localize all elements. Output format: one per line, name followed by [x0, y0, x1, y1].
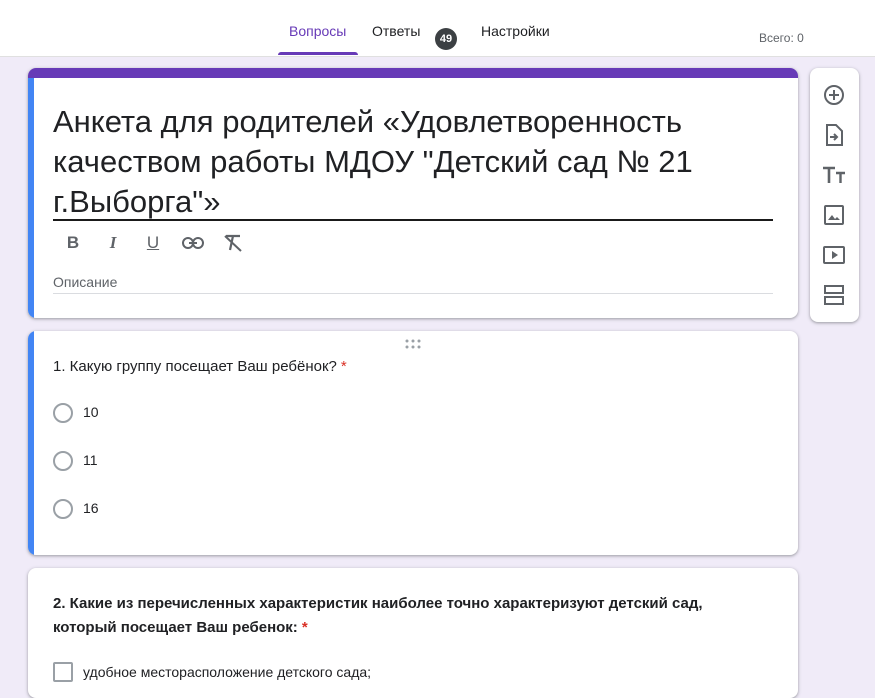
title-text-icon[interactable] [822, 163, 846, 187]
radio-button[interactable] [53, 499, 73, 519]
drag-handle-icon[interactable] [405, 339, 421, 349]
required-mark: * [340, 358, 347, 375]
radio-button[interactable] [53, 451, 73, 471]
description-field[interactable]: Описание [53, 274, 117, 290]
accent-stripe [28, 68, 798, 78]
radio-button[interactable] [53, 403, 73, 423]
section-icon[interactable] [822, 283, 846, 307]
option-label: 16 [83, 500, 99, 516]
total-points: Всего: 0 [759, 31, 804, 45]
import-icon[interactable] [822, 123, 846, 147]
question-text: 1. Какую группу посещает Ваш ребёнок? [53, 358, 337, 375]
link-icon[interactable] [181, 231, 205, 255]
image-icon[interactable] [822, 203, 846, 227]
question-card-2[interactable]: 2. Какие из перечисленных характеристик … [28, 568, 798, 698]
tab-settings[interactable]: Настройки [481, 22, 550, 42]
bold-icon[interactable]: B [61, 231, 85, 255]
required-mark: * [301, 619, 308, 636]
description-underline [53, 293, 773, 294]
active-tab-indicator [278, 52, 358, 55]
active-card-indicator [28, 331, 34, 555]
top-bar: Вопросы Ответы 49 Настройки Всего: 0 [0, 0, 875, 57]
option-label: удобное месторасположение детского сада; [83, 664, 372, 680]
option-label: 11 [83, 452, 98, 468]
video-icon[interactable] [822, 243, 846, 267]
checkbox[interactable] [53, 662, 73, 682]
question-title: 2. Какие из перечисленных характеристик … [53, 592, 753, 640]
active-card-indicator [28, 78, 34, 318]
add-circle-icon[interactable] [822, 83, 846, 107]
tab-questions[interactable]: Вопросы [289, 22, 346, 42]
tab-responses[interactable]: Ответы [372, 22, 420, 42]
form-title-card[interactable]: Анкета для родителей «Удовлетворенность … [28, 68, 798, 318]
responses-count-badge: 49 [435, 28, 457, 50]
title-input-underline [53, 219, 773, 221]
floating-toolbar [810, 68, 859, 322]
italic-icon[interactable]: I [101, 231, 125, 255]
question-title: 1. Какую группу посещает Ваш ребёнок? * [53, 355, 347, 379]
underline-icon[interactable]: U [141, 231, 165, 255]
form-title[interactable]: Анкета для родителей «Удовлетворенность … [53, 102, 773, 222]
question-card-1[interactable]: 1. Какую группу посещает Ваш ребёнок? * 1… [28, 331, 798, 555]
option-label: 10 [83, 404, 99, 420]
question-text: 2. Какие из перечисленных характеристик … [53, 595, 703, 636]
clear-format-icon[interactable] [221, 231, 245, 255]
